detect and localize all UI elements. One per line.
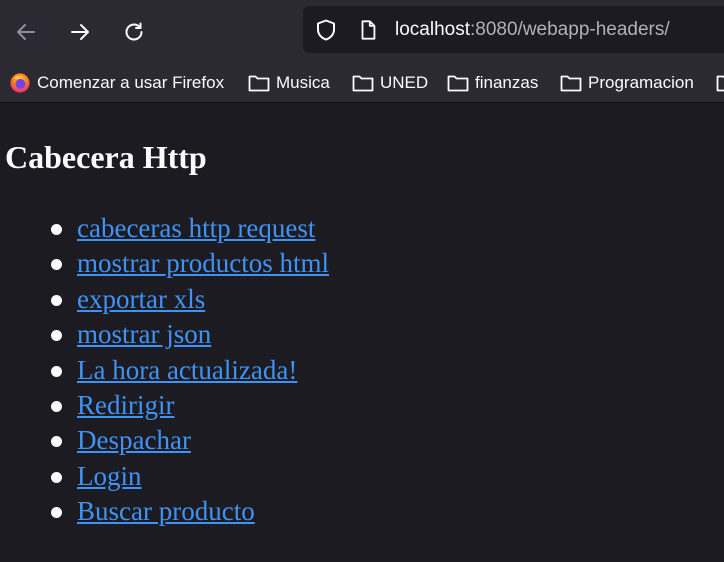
bullet-icon (51, 224, 62, 235)
bookmark-label: Musica (276, 73, 330, 92)
list-item: cabeceras http request (0, 211, 329, 246)
link-buscar-producto[interactable]: Buscar producto (77, 496, 255, 526)
bookmark-label: Programacion (588, 73, 694, 92)
bookmark-comenzar[interactable]: Comenzar a usar Firefox (9, 71, 224, 95)
folder-icon (716, 73, 724, 93)
link-login[interactable]: Login (77, 461, 142, 491)
url-host: localhost (395, 19, 470, 40)
list-item: mostrar productos html (0, 246, 329, 281)
bookmark-folder-uned[interactable]: UNED (352, 71, 428, 95)
bullet-icon (51, 330, 62, 342)
bookmark-folder-musica[interactable]: Musica (248, 71, 330, 95)
bullet-icon (51, 400, 62, 412)
url-text[interactable]: localhost:8080/webapp-headers/ (395, 19, 670, 41)
page-title: Cabecera Http (5, 139, 207, 175)
link-redirigir[interactable]: Redirigir (77, 390, 174, 420)
list-item: Buscar producto (0, 494, 329, 529)
arrow-right-icon (71, 24, 89, 40)
bookmark-label: UNED (380, 73, 429, 92)
bullet-icon (51, 294, 62, 306)
folder-icon (352, 73, 374, 93)
page-content: Cabecera Http cabeceras http request mos… (0, 103, 724, 562)
folder-icon (248, 73, 270, 93)
bullet-icon (51, 365, 62, 377)
tracking-protection-icon[interactable] (314, 18, 338, 47)
bullet-icon (51, 436, 62, 448)
link-list: cabeceras http request mostrar productos… (0, 211, 329, 530)
link-despachar[interactable]: Despachar (77, 425, 191, 455)
document-icon (361, 20, 376, 40)
bookmark-folder-programacion[interactable]: Programacion (560, 71, 694, 95)
list-item: Redirigir (0, 388, 329, 423)
list-item: La hora actualizada! (0, 353, 329, 388)
reload-icon (125, 22, 143, 41)
forward-button[interactable] (62, 14, 98, 50)
shield-icon (317, 19, 335, 41)
url-bar[interactable]: localhost:8080/webapp-headers/ (303, 6, 724, 53)
back-button[interactable] (8, 14, 44, 50)
firefox-icon (9, 72, 31, 94)
link-mostrar-json[interactable]: mostrar json (77, 319, 211, 349)
bookmark-label: Comenzar a usar Firefox (37, 73, 225, 92)
arrow-left-icon (17, 24, 35, 40)
bookmark-overflow[interactable] (716, 71, 724, 95)
page-info-icon[interactable] (357, 19, 379, 46)
folder-icon (447, 73, 469, 93)
link-cabeceras-http-request[interactable]: cabeceras http request (77, 213, 315, 243)
url-path: :8080/webapp-headers/ (470, 19, 670, 40)
browser-toolbar: localhost:8080/webapp-headers/ (0, 0, 724, 64)
list-item: Login (0, 459, 329, 494)
bullet-icon (51, 471, 62, 483)
bookmark-folder-finanzas[interactable]: finanzas (447, 71, 538, 95)
list-item: mostrar json (0, 317, 329, 352)
reload-button[interactable] (116, 14, 152, 50)
bullet-icon (51, 507, 62, 519)
folder-icon (560, 73, 582, 93)
list-item: exportar xls (0, 282, 329, 317)
link-hora-actualizada[interactable]: La hora actualizada! (77, 355, 297, 385)
list-item: Despachar (0, 423, 329, 458)
bookmarks-toolbar: Comenzar a usar Firefox Musica UNED fina… (0, 64, 724, 103)
link-exportar-xls[interactable]: exportar xls (77, 284, 205, 314)
bookmark-label: finanzas (475, 73, 539, 92)
link-mostrar-productos-html[interactable]: mostrar productos html (77, 248, 329, 278)
bullet-icon (51, 259, 62, 271)
